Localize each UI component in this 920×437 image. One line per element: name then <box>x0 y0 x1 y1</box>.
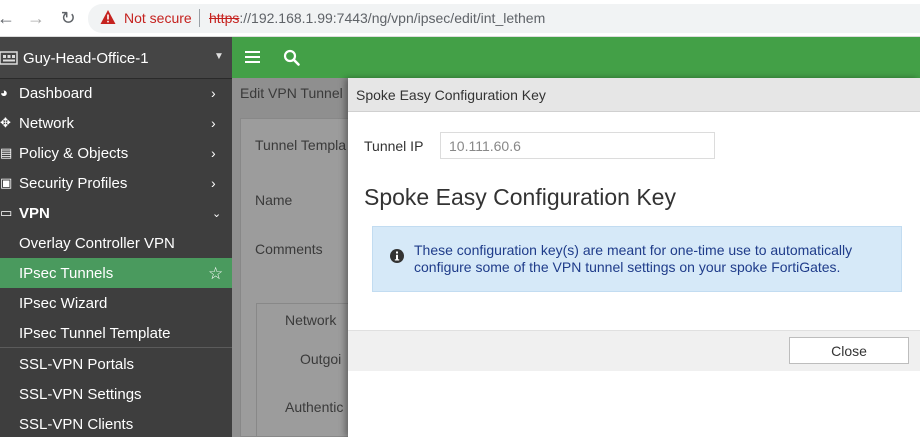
dialog-titlebar: Spoke Easy Configuration Key <box>348 78 920 112</box>
info-message-text: These configuration key(s) are meant for… <box>414 242 853 275</box>
sidebar-item-label: IPsec Tunnel Template <box>19 325 171 342</box>
sidebar-item-security-profiles[interactable]: ▣ Security Profiles › <box>0 168 232 198</box>
sidebar-item-ipsec-tunnel-template[interactable]: IPsec Tunnel Template <box>0 318 232 348</box>
tunnel-template-label: Tunnel Templa <box>255 137 347 153</box>
back-arrow-icon[interactable]: ← <box>0 8 16 28</box>
sidebar-item-overlay-controller-vpn[interactable]: Overlay Controller VPN <box>0 228 232 258</box>
sidebar-item-dashboard[interactable]: ◕ Dashboard › <box>0 78 232 108</box>
sidebar-item-label: IPsec Tunnels <box>19 265 114 282</box>
device-selector[interactable]: Guy-Head-Office-1 ▼ <box>0 37 232 79</box>
chevron-down-icon: ⌄ <box>212 208 222 220</box>
chevron-right-icon: › <box>211 85 216 101</box>
sidebar-item-label: SSL-VPN Clients <box>19 416 134 433</box>
name-label: Name <box>255 192 293 208</box>
device-name: Guy-Head-Office-1 <box>23 50 149 67</box>
info-message: These configuration key(s) are meant for… <box>372 226 902 292</box>
sidebar-item-policy-objects[interactable]: ▤ Policy & Objects › <box>0 138 232 168</box>
authentication-section-title: Authentic <box>285 399 344 415</box>
star-icon[interactable]: ☆ <box>208 264 223 284</box>
url-scheme: https <box>209 10 240 26</box>
sidebar-divider <box>0 347 232 348</box>
url-divider <box>199 9 200 27</box>
chevron-down-icon: ▼ <box>214 51 224 62</box>
sidebar-item-ipsec-wizard[interactable]: IPsec Wizard <box>0 288 232 318</box>
warning-icon[interactable] <box>100 9 116 25</box>
top-toolbar <box>232 37 920 78</box>
sidebar-item-label: SSL-VPN Settings <box>19 386 142 403</box>
network-icon: ✥ <box>0 115 11 130</box>
sidebar-item-vpn[interactable]: ▭ VPN ⌄ <box>0 198 232 228</box>
sidebar-item-label: IPsec Wizard <box>19 295 108 312</box>
dialog-footer: Close <box>348 330 920 371</box>
policy-icon: ▤ <box>0 145 13 160</box>
sidebar-item-ssl-vpn-portals[interactable]: SSL-VPN Portals <box>0 349 232 379</box>
sidebar-item-label: Dashboard <box>19 85 93 102</box>
tunnel-ip-label: Tunnel IP <box>364 138 424 154</box>
sidebar-item-label: Network <box>19 115 75 132</box>
sidebar: Guy-Head-Office-1 ▼ ◕ Dashboard › ✥ Netw… <box>0 37 232 437</box>
dialog-heading: Spoke Easy Configuration Key <box>364 184 676 210</box>
not-secure-label[interactable]: Not secure <box>124 10 192 26</box>
dialog-title: Spoke Easy Configuration Key <box>356 87 546 103</box>
forward-arrow-icon[interactable]: → <box>26 8 46 28</box>
breadcrumb: Edit VPN Tunnel <box>240 85 343 101</box>
comments-label: Comments <box>255 241 323 257</box>
sidebar-item-label: SSL-VPN Portals <box>19 356 135 373</box>
chevron-right-icon: › <box>211 115 216 131</box>
browser-toolbar: ← → ↻ Not secure https://192.168.1.99:74… <box>0 0 920 37</box>
sidebar-item-label: Policy & Objects <box>19 145 129 162</box>
outgoing-label: Outgoi <box>300 351 342 367</box>
laptop-icon: ▭ <box>0 205 13 220</box>
sidebar-item-ssl-vpn-clients[interactable]: SSL-VPN Clients <box>0 409 232 437</box>
chevron-right-icon: › <box>211 145 216 161</box>
dashboard-icon: ◕ <box>0 85 8 100</box>
url-path: ://192.168.1.99:7443/ng/vpn/ipsec/edit/i… <box>239 10 546 26</box>
sidebar-item-ipsec-tunnels[interactable]: IPsec Tunnels ☆ <box>0 258 232 288</box>
url-text[interactable]: https://192.168.1.99:7443/ng/vpn/ipsec/e… <box>209 10 545 26</box>
info-icon <box>390 249 404 263</box>
sidebar-item-network[interactable]: ✥ Network › <box>0 108 232 138</box>
reload-icon[interactable]: ↻ <box>58 8 78 28</box>
tunnel-ip-field[interactable] <box>440 132 715 159</box>
hamburger-menu-icon[interactable] <box>245 51 260 64</box>
sidebar-item-label: Security Profiles <box>19 175 128 192</box>
close-button[interactable]: Close <box>789 337 909 364</box>
sidebar-item-label: Overlay Controller VPN <box>19 235 175 252</box>
device-icon <box>0 51 18 65</box>
lock-icon: ▣ <box>0 175 13 190</box>
sidebar-item-ssl-vpn-settings[interactable]: SSL-VPN Settings <box>0 379 232 409</box>
chevron-right-icon: › <box>211 175 216 191</box>
spoke-easy-config-dialog: Spoke Easy Configuration Key Tunnel IP S… <box>348 78 920 437</box>
sidebar-item-label: VPN <box>19 205 50 222</box>
network-section-title: Network <box>285 312 337 328</box>
search-icon[interactable] <box>283 49 300 66</box>
